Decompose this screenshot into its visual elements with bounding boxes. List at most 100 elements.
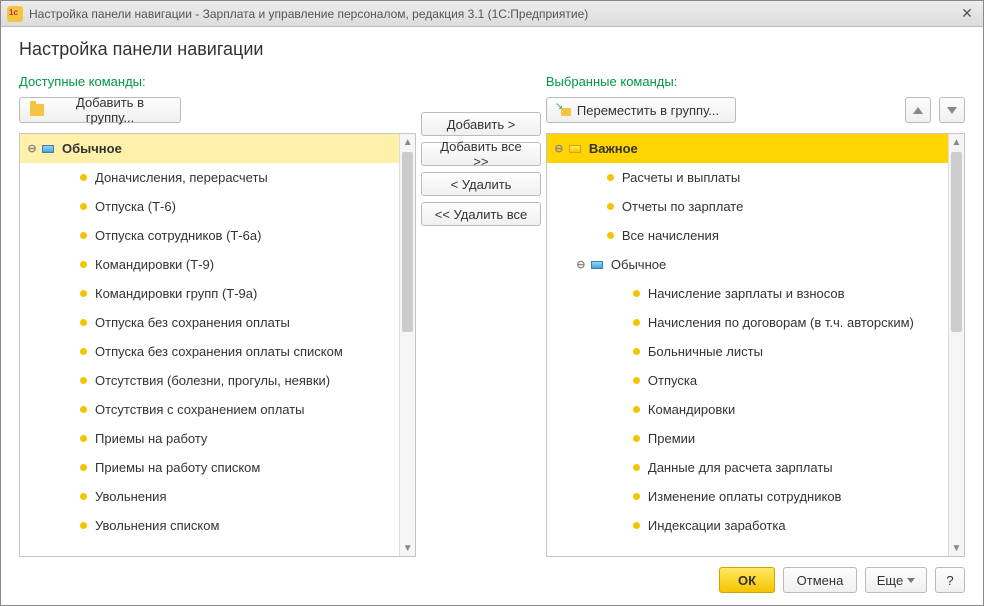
list-item[interactable]: Данные для расчета зарплаты: [547, 453, 948, 482]
remove-all-button[interactable]: << Удалить все: [421, 202, 541, 226]
list-item[interactable]: Отпуска без сохранения оплаты: [20, 308, 399, 337]
available-label: Доступные команды:: [19, 74, 416, 89]
list-item[interactable]: Начисление зарплаты и взносов: [547, 279, 948, 308]
bullet-icon: [80, 435, 87, 442]
collapse-icon[interactable]: ⊖: [26, 143, 38, 155]
list-item[interactable]: Отпуска: [547, 366, 948, 395]
group-ordinary[interactable]: ⊖ Обычное: [547, 250, 948, 279]
list-item[interactable]: Увольнения списком: [20, 511, 399, 540]
more-button[interactable]: Еще: [865, 567, 927, 593]
group-bar-icon: [569, 145, 581, 153]
cancel-button[interactable]: Отмена: [783, 567, 857, 593]
list-item[interactable]: Командировки: [547, 395, 948, 424]
bullet-icon: [80, 203, 87, 210]
list-item[interactable]: Командировки групп (Т-9а): [20, 279, 399, 308]
help-button[interactable]: ?: [935, 567, 965, 593]
bullet-icon: [607, 232, 614, 239]
scroll-down-icon[interactable]: ▼: [400, 540, 415, 556]
list-item[interactable]: Изменение оплаты сотрудников: [547, 482, 948, 511]
group-label: Обычное: [62, 141, 122, 156]
transfer-buttons: Добавить > Добавить все >> < Удалить << …: [416, 74, 546, 557]
list-item[interactable]: Отсутствия (болезни, прогулы, неявки): [20, 366, 399, 395]
available-listbox[interactable]: ⊖ Обычное Доначисления, перерасчеты Отпу…: [19, 133, 416, 557]
scroll-thumb[interactable]: [951, 152, 962, 332]
list-item[interactable]: Начисления по договорам (в т.ч. авторски…: [547, 308, 948, 337]
list-item[interactable]: Расчеты и выплаты: [547, 163, 948, 192]
bullet-icon: [80, 232, 87, 239]
scroll-track[interactable]: [949, 150, 964, 540]
bullet-icon: [80, 261, 87, 268]
list-item[interactable]: Приемы на работу: [20, 424, 399, 453]
list-item[interactable]: Доначисления, перерасчеты: [20, 163, 399, 192]
scroll-up-icon[interactable]: ▲: [949, 134, 964, 150]
list-item[interactable]: Командировки (Т-9): [20, 250, 399, 279]
add-to-group-label: Добавить в группу...: [50, 95, 170, 125]
list-item[interactable]: Отчеты по зарплате: [547, 192, 948, 221]
group-bar-icon: [591, 261, 603, 269]
folder-icon: [30, 104, 44, 116]
selected-label: Выбранные команды:: [546, 74, 965, 89]
list-item[interactable]: Отсутствия с сохранением оплаты: [20, 395, 399, 424]
bullet-icon: [80, 319, 87, 326]
bullet-icon: [80, 174, 87, 181]
bullet-icon: [80, 493, 87, 500]
selected-list: ⊖ Важное Расчеты и выплаты Отчеты по зар…: [547, 134, 948, 556]
bullet-icon: [607, 174, 614, 181]
collapse-icon[interactable]: ⊖: [575, 259, 587, 271]
selected-commands-column: Выбранные команды: Переместить в группу.…: [546, 74, 965, 557]
group-important[interactable]: ⊖ Важное: [547, 134, 948, 163]
bullet-icon: [633, 319, 640, 326]
content: Настройка панели навигации Доступные ком…: [1, 27, 983, 605]
move-folder-icon: [557, 104, 571, 116]
add-to-group-button[interactable]: Добавить в группу...: [19, 97, 181, 123]
scrollbar[interactable]: ▲ ▼: [399, 134, 415, 556]
list-item[interactable]: Больничные листы: [547, 337, 948, 366]
titlebar: Настройка панели навигации - Зарплата и …: [1, 1, 983, 27]
scrollbar[interactable]: ▲ ▼: [948, 134, 964, 556]
scroll-up-icon[interactable]: ▲: [400, 134, 415, 150]
footer: ОК Отмена Еще ?: [19, 557, 965, 597]
group-label: Важное: [589, 141, 638, 156]
list-item[interactable]: Отпуска сотрудников (Т-6а): [20, 221, 399, 250]
group-ordinary[interactable]: ⊖ Обычное: [20, 134, 399, 163]
list-item[interactable]: Все начисления: [547, 221, 948, 250]
list-item[interactable]: Приемы на работу списком: [20, 453, 399, 482]
list-item[interactable]: Отпуска без сохранения оплаты списком: [20, 337, 399, 366]
add-all-button[interactable]: Добавить все >>: [421, 142, 541, 166]
list-item[interactable]: Увольнения: [20, 482, 399, 511]
arrow-up-icon: [913, 107, 923, 114]
group-bar-icon: [42, 145, 54, 153]
bullet-icon: [633, 348, 640, 355]
move-up-button[interactable]: [905, 97, 931, 123]
collapse-icon[interactable]: ⊖: [553, 143, 565, 155]
add-button[interactable]: Добавить >: [421, 112, 541, 136]
move-to-group-label: Переместить в группу...: [577, 103, 719, 118]
bullet-icon: [80, 348, 87, 355]
bullet-icon: [80, 406, 87, 413]
bullet-icon: [633, 493, 640, 500]
arrow-down-icon: [947, 107, 957, 114]
ok-button[interactable]: ОК: [719, 567, 775, 593]
move-down-button[interactable]: [939, 97, 965, 123]
bullet-icon: [633, 377, 640, 384]
scroll-thumb[interactable]: [402, 152, 413, 332]
bullet-icon: [80, 464, 87, 471]
window-title: Настройка панели навигации - Зарплата и …: [29, 7, 957, 21]
columns: Доступные команды: Добавить в группу... …: [19, 74, 965, 557]
bullet-icon: [80, 522, 87, 529]
close-icon[interactable]: ✕: [957, 4, 977, 24]
scroll-down-icon[interactable]: ▼: [949, 540, 964, 556]
bullet-icon: [80, 377, 87, 384]
list-item[interactable]: Премии: [547, 424, 948, 453]
navigation-panel-settings-window: Настройка панели навигации - Зарплата и …: [0, 0, 984, 606]
selected-listbox[interactable]: ⊖ Важное Расчеты и выплаты Отчеты по зар…: [546, 133, 965, 557]
list-item[interactable]: Отпуска (Т-6): [20, 192, 399, 221]
bullet-icon: [633, 406, 640, 413]
list-item[interactable]: Индексации заработка: [547, 511, 948, 540]
app-icon: [7, 6, 23, 22]
bullet-icon: [633, 435, 640, 442]
scroll-track[interactable]: [400, 150, 415, 540]
remove-button[interactable]: < Удалить: [421, 172, 541, 196]
left-toolbar: Добавить в группу...: [19, 97, 416, 123]
move-to-group-button[interactable]: Переместить в группу...: [546, 97, 736, 123]
